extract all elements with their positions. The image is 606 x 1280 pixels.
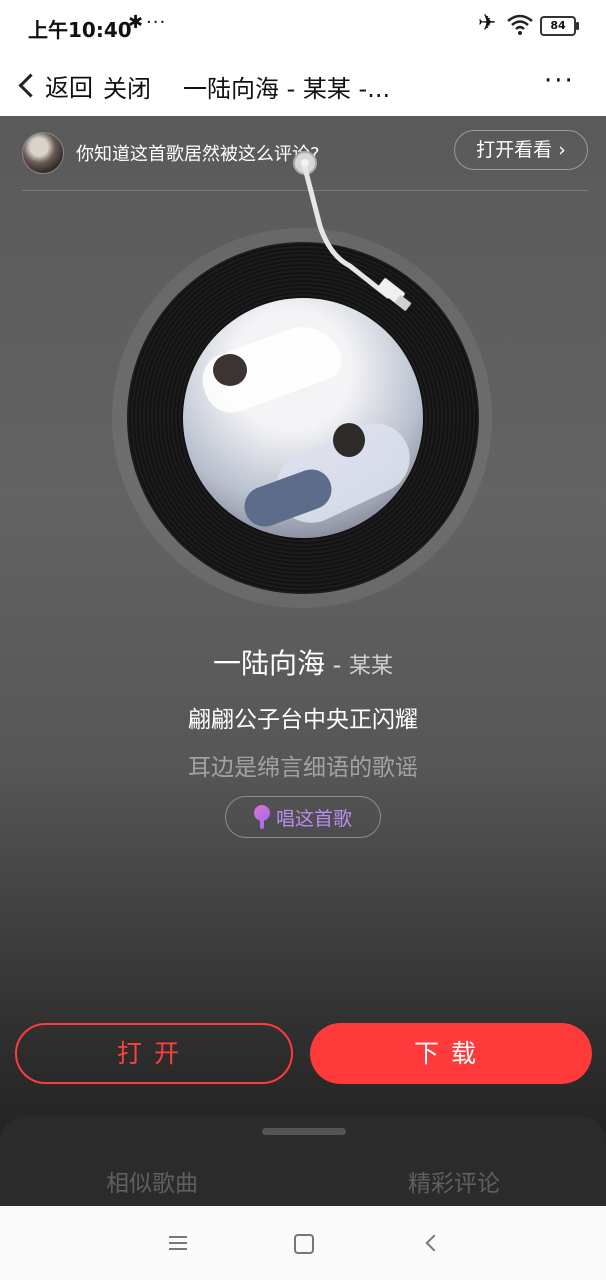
song-name: 一陆向海 [213,647,326,680]
home-icon[interactable] [294,1234,314,1254]
avatar [22,132,64,174]
open-app-button[interactable]: 打开 [15,1023,293,1084]
more-menu-button[interactable]: ··· [544,66,575,96]
wifi-icon [507,14,533,35]
tab-similar-songs[interactable]: 相似歌曲 [60,1164,244,1198]
battery-icon: 84 [540,16,579,36]
bluetooth-icon: ✱ [128,12,144,33]
tab-featured-comments[interactable]: 精彩评论 [362,1164,546,1198]
nav-bar: 返回 关闭 一陆向海 - 某某 -... ··· [0,52,606,116]
song-artist: 某某 [348,654,393,679]
status-more-indicator: ··· [146,12,167,33]
close-button[interactable]: 关闭 [103,69,151,104]
chevron-left-icon [18,72,43,98]
back-label: 返回 [45,73,93,102]
cover-figure [213,354,247,386]
title-separator: - [325,651,349,679]
player-area: 你知道这首歌居然被这么评论? 打开看看 › 一陆向海 - 某某 翩翩公子台中央正… [0,116,606,1206]
drag-handle[interactable] [262,1128,346,1135]
back-icon[interactable] [425,1234,443,1252]
status-time: 上午10:40 [28,18,132,42]
comment-banner[interactable]: 你知道这首歌居然被这么评论? 打开看看 › [22,130,588,176]
open-and-see-button[interactable]: 打开看看 › [454,130,588,170]
airplane-icon: ✈ [478,11,497,36]
cover-figure [333,423,365,457]
menu-icon[interactable] [169,1236,187,1250]
microphone-icon [253,805,270,829]
page-title: 一陆向海 - 某某 -... [183,75,391,103]
banner-text: 你知道这首歌居然被这么评论? [76,144,320,165]
lyric-current: 翩翩公子台中央正闪耀 [188,707,418,733]
lyric-next: 耳边是绵言细语的歌谣 [188,755,418,781]
divider [22,190,588,191]
system-nav-bar [0,1206,606,1280]
album-cover [183,298,423,538]
sing-button-label: 唱这首歌 [275,807,352,830]
bottom-sheet: 相似歌曲 精彩评论 [0,1116,606,1206]
back-button[interactable]: 返回 [18,68,93,102]
download-button[interactable]: 下载 [310,1023,592,1084]
status-bar: 上午10:40 ✱ ··· ✈ 84 [0,0,606,52]
song-title: 一陆向海 - 某某 [0,642,606,682]
sing-this-song-button[interactable]: 唱这首歌 [225,796,381,838]
